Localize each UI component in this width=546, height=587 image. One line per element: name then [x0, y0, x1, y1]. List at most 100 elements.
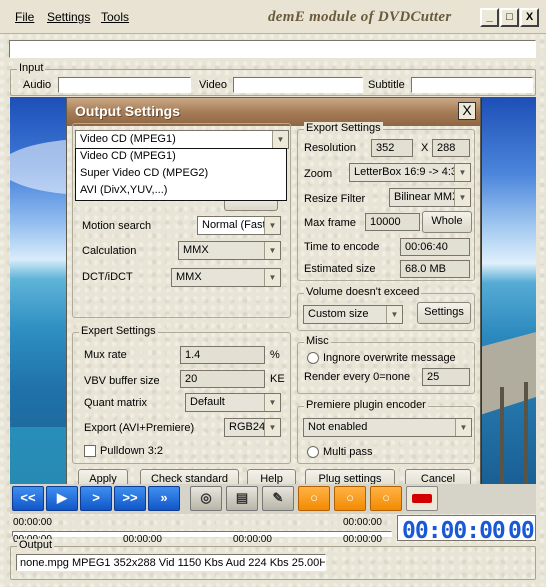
disc-icon[interactable]: ◎ — [190, 486, 222, 511]
whole-button[interactable]: Whole — [422, 211, 472, 233]
format-combo[interactable]: Video CD (MPEG1) ▼ — [75, 130, 289, 149]
resolution-height-field[interactable]: 288 — [432, 139, 470, 157]
pulldown-label: Pulldown 3:2 — [100, 445, 163, 457]
quant-matrix-value: Default — [190, 396, 225, 408]
format-combo-value: Video CD (MPEG1) — [80, 133, 176, 145]
volume-settings-button[interactable]: Settings — [417, 302, 471, 324]
timecode-display: 00:00:00 00 — [397, 515, 536, 544]
export-avi-combo[interactable]: RGB24 ▼ — [224, 418, 281, 437]
video-field[interactable] — [233, 77, 363, 93]
max-frame-field[interactable]: 10000 — [365, 213, 420, 231]
calculation-combo[interactable]: MMX ▼ — [178, 241, 281, 260]
step-button[interactable]: » — [148, 486, 180, 511]
audio-field[interactable] — [58, 77, 191, 93]
time-end: 00:00:00 — [343, 517, 382, 528]
time-mark-2: 00:00:00 — [123, 534, 162, 545]
resize-filter-value: Bilinear MMX — [394, 191, 460, 203]
ignore-overwrite-radio[interactable] — [307, 352, 319, 364]
preview-right-edge — [480, 97, 536, 484]
menu-settings[interactable]: Settings — [47, 10, 90, 24]
input-group-legend: Input — [17, 62, 46, 74]
format-option-avi[interactable]: AVI (DivX,YUV,...) — [76, 183, 286, 200]
record-button[interactable] — [406, 486, 438, 511]
audio-label: Audio — [23, 79, 52, 91]
premiere-value: Not enabled — [308, 421, 368, 433]
time-to-encode-field: 00:06:40 — [400, 238, 470, 256]
chevron-down-icon: ▼ — [264, 242, 280, 259]
dct-combo[interactable]: MMX ▼ — [171, 268, 281, 287]
chevron-down-icon: ▼ — [454, 189, 470, 206]
maximize-button[interactable]: □ — [500, 8, 519, 27]
dct-value: MMX — [176, 271, 202, 283]
dct-label: DCT/iDCT — [82, 271, 133, 283]
quant-matrix-combo[interactable]: Default ▼ — [185, 393, 281, 412]
zoom-label: Zoom — [304, 168, 333, 180]
volume-value: Custom size — [308, 308, 369, 320]
resize-filter-combo[interactable]: Bilinear MMX ▼ — [389, 188, 471, 207]
resolution-x-label: X — [421, 142, 429, 154]
menu-tools[interactable]: Tools — [101, 10, 129, 24]
timeline-area: 00:00:00 00:00:00 00:00:00 00:00:00 00:0… — [10, 514, 395, 545]
timeline-track[interactable] — [12, 531, 392, 537]
chevron-down-icon: ▼ — [386, 306, 402, 323]
estimated-size-label: Estimated size — [304, 263, 376, 275]
edit-icon[interactable]: ✎ — [262, 486, 294, 511]
motion-search-value: Normal (Fast) — [202, 219, 270, 231]
mark-cut-icon[interactable]: ○ — [334, 486, 366, 511]
multi-pass-radio[interactable] — [307, 446, 319, 458]
dialog-close-button[interactable]: X — [458, 102, 476, 120]
motion-search-label: Motion search — [82, 220, 152, 232]
fast-forward-button[interactable]: >> — [114, 486, 146, 511]
rewind-button[interactable]: << — [12, 486, 44, 511]
multi-pass-label: Multi pass — [323, 446, 373, 458]
quant-matrix-label: Quant matrix — [84, 397, 147, 409]
mark-out-icon[interactable]: ○ — [370, 486, 402, 511]
save-icon[interactable]: ▤ — [226, 486, 258, 511]
export-avi-value: RGB24 — [229, 421, 266, 433]
time-mark-3: 00:00:00 — [233, 534, 272, 545]
toolbar-field — [9, 40, 536, 58]
vbv-buffer-field[interactable]: 20 — [180, 370, 265, 388]
premiere-legend: Premiere plugin encoder — [304, 399, 428, 411]
estimated-size-field: 68.0 MB — [400, 260, 470, 278]
close-button[interactable]: X — [520, 8, 539, 27]
chevron-down-icon: ▼ — [272, 131, 288, 148]
dialog-title: Output Settings — [75, 103, 180, 119]
input-group: Input Audio Video Subtitle — [10, 62, 536, 96]
timecode-main: 00:00:00 — [402, 518, 506, 544]
expert-settings-legend: Expert Settings — [79, 325, 158, 337]
max-frame-label: Max frame — [304, 217, 356, 229]
volume-combo[interactable]: Custom size ▼ — [303, 305, 403, 324]
play-button[interactable]: ▶ — [46, 486, 78, 511]
render-every-field[interactable]: 25 — [422, 368, 470, 386]
format-option-vcd[interactable]: Video CD (MPEG1) — [76, 149, 286, 166]
chevron-down-icon: ▼ — [455, 419, 471, 436]
pulldown-checkbox[interactable] — [84, 445, 96, 457]
zoom-value: LetterBox 16:9 -> 4:3 — [354, 166, 458, 178]
zoom-combo[interactable]: LetterBox 16:9 -> 4:3 ▼ — [349, 163, 471, 182]
resize-filter-label: Resize Filter — [304, 193, 366, 205]
output-legend: Output — [17, 539, 55, 551]
mux-rate-field[interactable]: 1.4 — [180, 346, 265, 364]
menu-file[interactable]: File — [15, 10, 34, 24]
transport-bar: << ▶ > >> » ◎ ▤ ✎ ○ ○ ○ — [10, 484, 536, 514]
premiere-combo[interactable]: Not enabled ▼ — [303, 418, 472, 437]
chevron-down-icon: ▼ — [264, 217, 280, 234]
motion-search-combo[interactable]: Normal (Fast) ▼ — [197, 216, 281, 235]
window-title: demE module of DVDCutter — [268, 9, 452, 25]
minimize-button[interactable]: _ — [480, 8, 499, 27]
vbv-buffer-unit: KE — [270, 373, 285, 385]
mux-rate-label: Mux rate — [84, 349, 127, 361]
subtitle-field[interactable] — [411, 77, 533, 93]
mark-in-icon[interactable]: ○ — [298, 486, 330, 511]
format-dropdown-list: Video CD (MPEG1) Super Video CD (MPEG2) … — [75, 148, 287, 201]
output-group: Output none.mpg MPEG1 352x288 Vid 1150 K… — [10, 539, 536, 580]
calculation-value: MMX — [183, 244, 209, 256]
vbv-buffer-label: VBV buffer size — [84, 375, 160, 387]
format-option-svcd[interactable]: Super Video CD (MPEG2) — [76, 166, 286, 183]
resolution-width-field[interactable]: 352 — [371, 139, 413, 157]
chevron-down-icon: ▼ — [454, 164, 470, 181]
chevron-down-icon: ▼ — [264, 269, 280, 286]
export-settings-legend: Export Settings — [304, 122, 383, 134]
next-button[interactable]: > — [80, 486, 112, 511]
